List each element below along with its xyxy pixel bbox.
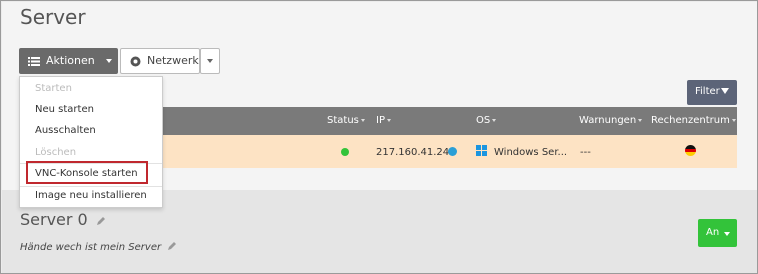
list-icon [28, 57, 40, 66]
sort-icon [731, 119, 736, 122]
actions-label: Aktionen [46, 54, 95, 67]
menu-item-restart[interactable]: Neu starten [35, 104, 94, 115]
network-icon [130, 56, 141, 67]
ip-info-icon[interactable] [448, 147, 457, 156]
filter-icon [721, 88, 729, 94]
chevron-down-icon [106, 59, 112, 63]
actions-dropdown-menu: Starten Neu starten Ausschalten Löschen … [19, 76, 163, 208]
power-button-label: An [706, 227, 720, 238]
sort-icon [360, 119, 365, 122]
warnings-cell: --- [580, 147, 591, 158]
sort-icon [638, 119, 643, 122]
menu-item-start: Starten [35, 83, 72, 94]
menu-item-reinstall-image[interactable]: Image neu installieren [35, 190, 147, 201]
column-header-ip[interactable]: IP [376, 115, 391, 126]
server-name: Server 0 [20, 210, 106, 229]
filter-button[interactable]: Filter [687, 80, 737, 105]
network-label: Netzwerk [147, 54, 199, 67]
status-online-icon [341, 148, 349, 156]
pencil-icon[interactable] [96, 216, 106, 226]
app-frame: Server Aktionen Netzwerk Filter Status I… [0, 0, 758, 274]
column-header-datacenter[interactable]: Rechenzentrum [651, 115, 736, 126]
server-name-text: Server 0 [20, 210, 88, 229]
network-button[interactable]: Netzwerk [120, 48, 200, 74]
column-header-warnings[interactable]: Warnungen [579, 115, 643, 126]
pencil-icon[interactable] [167, 241, 177, 251]
server-description-text: Hände wech ist mein Server [20, 242, 162, 253]
menu-item-delete: Löschen [35, 147, 77, 158]
chevron-down-icon [724, 232, 730, 236]
sort-icon [492, 119, 497, 122]
sort-icon [386, 119, 391, 122]
germany-flag-icon [685, 145, 696, 156]
os-cell: Windows Ser... [494, 147, 568, 158]
power-on-button[interactable]: An [698, 219, 737, 247]
chevron-down-icon [207, 59, 213, 63]
network-dropdown-toggle[interactable] [200, 48, 220, 74]
menu-item-power-off[interactable]: Ausschalten [35, 125, 96, 136]
server-description: Hände wech ist mein Server [20, 241, 177, 253]
page-title: Server [20, 5, 86, 29]
windows-icon [476, 145, 488, 157]
column-header-status[interactable]: Status [327, 115, 365, 126]
actions-dropdown-button[interactable]: Aktionen [19, 48, 118, 74]
filter-label: Filter [695, 86, 720, 97]
ip-cell: 217.160.41.244 [376, 147, 456, 158]
column-header-os[interactable]: OS [476, 115, 497, 126]
menu-divider [20, 186, 162, 187]
highlight-annotation [26, 161, 148, 184]
